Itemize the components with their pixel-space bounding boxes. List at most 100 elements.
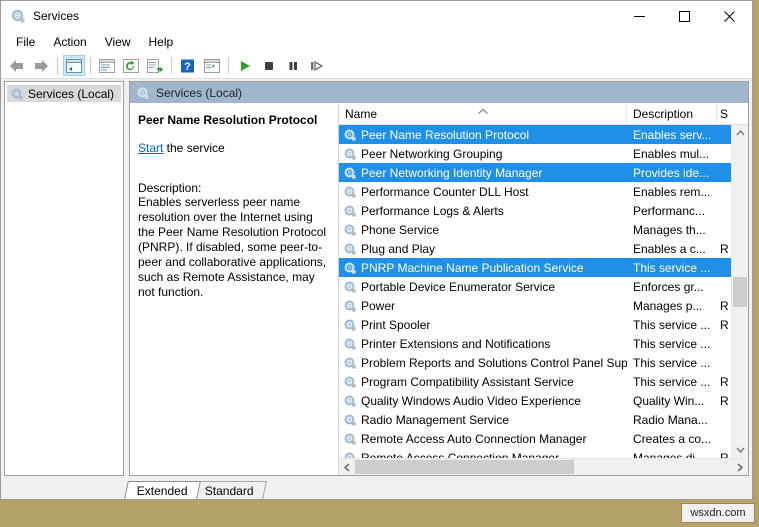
refresh-icon[interactable] (120, 55, 142, 76)
table-row[interactable]: Program Compatibility Assistant Service T… (339, 372, 748, 391)
scroll-down-arrow-icon[interactable] (732, 442, 748, 458)
cell-service-name: Radio Management Service (339, 413, 627, 427)
table-row[interactable]: Remote Access Connection Manager Manages … (339, 448, 748, 458)
vertical-scroll-thumb[interactable] (733, 277, 747, 307)
menu-view[interactable]: View (96, 33, 140, 51)
table-row[interactable]: Power Manages p... R (339, 296, 748, 315)
column-header-description[interactable]: Description (627, 103, 717, 124)
cell-service-description: Manages p... (633, 298, 703, 313)
service-name-label: Peer Networking Grouping (361, 146, 503, 161)
help-question-icon[interactable]: ? (177, 55, 199, 76)
cell-service-name: Printer Extensions and Notifications (339, 337, 627, 351)
service-gear-icon (343, 413, 357, 427)
services-gear-icon (10, 8, 26, 24)
cell-service-description: Manages di... (633, 450, 706, 459)
tree-node-services-local[interactable]: Services (Local) (7, 85, 121, 102)
cell-service-name: Power (339, 299, 627, 313)
column-header-name-label: Name (345, 106, 378, 121)
table-row[interactable]: Remote Access Auto Connection Manager Cre… (339, 429, 748, 448)
service-gear-icon (343, 147, 357, 161)
table-row[interactable]: Performance Counter DLL Host Enables rem.… (339, 182, 748, 201)
table-row[interactable]: Peer Networking Identity Manager Provides… (339, 163, 748, 182)
cell-service-name: Remote Access Auto Connection Manager (339, 432, 627, 446)
toolbar-separator (90, 57, 91, 74)
table-row[interactable]: Printer Extensions and Notifications This… (339, 334, 748, 353)
scroll-right-arrow-icon[interactable] (732, 459, 748, 475)
menu-action[interactable]: Action (44, 33, 95, 51)
forward-button[interactable] (30, 55, 52, 76)
description-label: Description: (138, 181, 202, 196)
service-gear-icon (343, 204, 357, 218)
back-button[interactable] (6, 55, 28, 76)
desktop-background: wsxdn.com (0, 500, 759, 527)
cell-service-description: This service ... (633, 355, 711, 370)
cell-service-name: Plug and Play (339, 242, 627, 256)
table-row[interactable]: Performance Logs & Alerts Performanc... (339, 201, 748, 220)
table-row[interactable]: Peer Networking Grouping Enables mul... (339, 144, 748, 163)
stop-icon[interactable] (258, 55, 280, 76)
table-row[interactable]: Print Spooler This service ... R (339, 315, 748, 334)
tab-standard[interactable]: Standard (191, 481, 267, 499)
minimize-button[interactable] (617, 1, 662, 31)
table-row[interactable]: PNRP Machine Name Publication Service Thi… (339, 258, 748, 277)
cell-service-description: This service ... (633, 336, 711, 351)
table-row[interactable]: Portable Device Enumerator Service Enforc… (339, 277, 748, 296)
table-row[interactable]: Phone Service Manages th... (339, 220, 748, 239)
restart-icon[interactable] (306, 55, 328, 76)
vertical-scrollbar[interactable] (731, 125, 748, 458)
table-row[interactable]: Quality Windows Audio Video Experience Qu… (339, 391, 748, 410)
column-header-name[interactable]: Name (339, 103, 627, 124)
horizontal-scroll-track[interactable] (355, 459, 732, 475)
play-icon[interactable] (234, 55, 256, 76)
service-gear-icon (343, 128, 357, 142)
cell-service-description: Enables a c... (633, 241, 706, 256)
table-row[interactable]: Peer Name Resolution Protocol Enables ser… (339, 125, 748, 144)
horizontal-scrollbar[interactable] (339, 458, 748, 475)
service-gear-icon (343, 375, 357, 389)
maximize-button[interactable] (662, 1, 707, 31)
title-bar: Services (1, 1, 752, 31)
table-row[interactable]: Radio Management Service Radio Mana... (339, 410, 748, 429)
service-gear-icon (343, 432, 357, 446)
cell-service-name: Performance Counter DLL Host (339, 185, 627, 199)
services-list: Name Description S Peer Name Resolution … (338, 103, 748, 475)
console-tree-icon[interactable] (63, 55, 85, 76)
service-gear-icon (343, 261, 357, 275)
cell-service-description: Performanc... (633, 203, 706, 218)
svg-text:?: ? (184, 61, 191, 73)
service-name-label: PNRP Machine Name Publication Service (361, 260, 584, 275)
menu-help[interactable]: Help (140, 33, 183, 51)
cell-service-name: Quality Windows Audio Video Experience (339, 394, 627, 408)
cell-service-name: Portable Device Enumerator Service (339, 280, 627, 294)
tab-extended[interactable]: Extended (124, 481, 201, 499)
window-controls (617, 1, 752, 31)
cell-service-name: Peer Name Resolution Protocol (339, 128, 627, 142)
cell-service-description: This service ... (633, 317, 711, 332)
services-gear-icon (136, 86, 150, 100)
service-details-panel: Peer Name Resolution Protocol Start the … (130, 103, 338, 475)
results-pane-title: Services (Local) (156, 85, 243, 100)
export-list-icon[interactable] (144, 55, 166, 76)
table-row[interactable]: Plug and Play Enables a c... R (339, 239, 748, 258)
cell-service-name: Program Compatibility Assistant Service (339, 375, 627, 389)
cell-service-description: This service ... (633, 260, 711, 275)
sort-ascending-icon (477, 104, 489, 118)
column-header-status[interactable]: S (717, 103, 733, 124)
close-button[interactable] (707, 1, 752, 31)
menu-file[interactable]: File (7, 33, 44, 51)
table-row[interactable]: Problem Reports and Solutions Control Pa… (339, 353, 748, 372)
services-gear-icon (10, 87, 24, 101)
scroll-left-arrow-icon[interactable] (339, 459, 355, 475)
scroll-up-arrow-icon[interactable] (732, 125, 748, 141)
cell-service-description: Enables mul... (633, 146, 710, 161)
start-service-link[interactable]: Start (138, 141, 163, 155)
pause-icon[interactable] (282, 55, 304, 76)
properties-icon[interactable] (201, 55, 223, 76)
column-header-description-label: Description (633, 106, 694, 121)
results-pane: Services (Local) Peer Name Resolution Pr… (129, 81, 749, 476)
toolbar-separator (57, 57, 58, 74)
horizontal-scroll-thumb[interactable] (355, 460, 574, 474)
column-header-status-label: S (720, 106, 729, 121)
cell-service-name: Problem Reports and Solutions Control Pa… (339, 356, 627, 370)
action-pane-icon[interactable] (96, 55, 118, 76)
